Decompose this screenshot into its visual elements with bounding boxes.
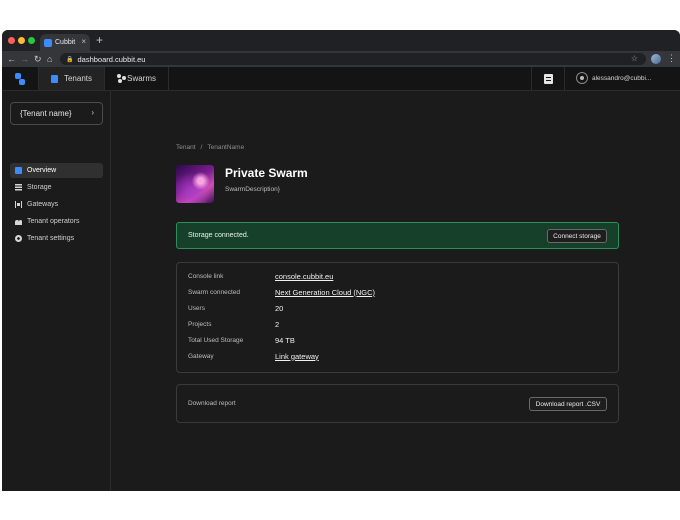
building-icon bbox=[51, 74, 58, 83]
gear-icon bbox=[15, 235, 22, 242]
console-link[interactable]: console.cubbit.eu bbox=[275, 272, 333, 281]
swarm-description: SwarmDescription} bbox=[225, 186, 280, 193]
download-report-card: Download report Download report .CSV bbox=[176, 384, 619, 423]
cubbit-logo[interactable] bbox=[2, 67, 39, 90]
sidebar-item-label: Gateways bbox=[27, 201, 59, 208]
lock-icon: 🔒 bbox=[66, 56, 74, 63]
info-row-users: Users 20 bbox=[188, 302, 283, 314]
sidebar-item-overview[interactable]: Overview bbox=[10, 163, 103, 178]
home-icon[interactable]: ⌂ bbox=[47, 53, 52, 65]
breadcrumb: Tenant / TenantName bbox=[176, 144, 244, 151]
breadcrumb-tenant[interactable]: Tenant bbox=[176, 144, 196, 151]
users-icon bbox=[15, 218, 22, 225]
window-zoom-icon[interactable] bbox=[28, 37, 35, 44]
tab-swarms[interactable]: Swarms bbox=[105, 67, 169, 90]
info-row-swarm-connected: Swarm connected Next Generation Cloud (N… bbox=[188, 286, 375, 298]
bookmark-star-icon[interactable]: ☆ bbox=[631, 54, 638, 63]
user-avatar-icon bbox=[576, 72, 588, 84]
breadcrumb-separator: / bbox=[200, 144, 203, 151]
address-bar[interactable]: 🔒 dashboard.cubbit.eu ☆ bbox=[60, 53, 646, 65]
tab-close-icon[interactable]: × bbox=[81, 37, 86, 47]
swarm-info-card: Console link console.cubbit.eu Swarm con… bbox=[176, 262, 619, 373]
forward-arrow-icon[interactable]: → bbox=[20, 53, 29, 65]
tenant-selector[interactable]: {Tenant name} › bbox=[10, 102, 103, 125]
sidebar-item-label: Tenant settings bbox=[27, 235, 75, 242]
page-title: Private Swarm bbox=[225, 166, 308, 180]
total-used-storage: 94 TB bbox=[275, 335, 295, 345]
sidebar-item-gateways[interactable]: Gateways bbox=[10, 197, 103, 212]
info-row-projects: Projects 2 bbox=[188, 318, 279, 330]
projects-count: 2 bbox=[275, 319, 280, 329]
sidebar-item-storage[interactable]: Storage bbox=[10, 180, 103, 195]
browser-tab[interactable]: Cubbit × bbox=[40, 34, 90, 51]
cubbit-favicon-icon bbox=[44, 38, 52, 47]
browser-profile-avatar[interactable] bbox=[651, 54, 661, 64]
reload-icon[interactable]: ↻ bbox=[34, 53, 42, 65]
info-row-console-link: Console link console.cubbit.eu bbox=[188, 270, 333, 282]
window-close-icon[interactable] bbox=[8, 37, 15, 44]
browser-menu-icon[interactable]: ⋮ bbox=[667, 53, 676, 64]
report-label: Download report bbox=[188, 400, 236, 407]
breadcrumb-tenant-name: TenantName bbox=[207, 144, 245, 151]
swarm-cover-image bbox=[176, 165, 214, 203]
info-label: Projects bbox=[188, 320, 212, 328]
info-label: Console link bbox=[188, 272, 224, 280]
info-label: Gateway bbox=[188, 352, 214, 360]
url-text: dashboard.cubbit.eu bbox=[77, 54, 146, 64]
alert-message: Storage connected. bbox=[188, 232, 249, 239]
new-tab-icon[interactable]: + bbox=[96, 33, 103, 47]
user-menu[interactable]: alessandro@cubbi... bbox=[576, 72, 651, 84]
swarm-icon bbox=[117, 74, 126, 83]
user-email: alessandro@cubbi... bbox=[592, 74, 652, 82]
info-label: Total Used Storage bbox=[188, 336, 244, 344]
sidebar-item-label: Storage bbox=[27, 184, 52, 191]
chevron-right-icon: › bbox=[91, 108, 94, 117]
info-row-total-used-storage: Total Used Storage 94 TB bbox=[188, 334, 295, 346]
tab-swarms-label: Swarms bbox=[127, 74, 156, 83]
browser-toolbar: ← → ↻ ⌂ 🔒 dashboard.cubbit.eu ☆ ⋮ bbox=[2, 51, 680, 67]
tenant-selector-label: {Tenant name} bbox=[20, 109, 72, 118]
cubbit-logo-icon bbox=[15, 72, 25, 85]
link-gateway-link[interactable]: Link gateway bbox=[275, 352, 319, 361]
storage-icon bbox=[15, 184, 22, 191]
sidebar-item-label: Overview bbox=[27, 167, 57, 174]
sidebar: {Tenant name} › Overview Storage Gateway… bbox=[2, 91, 111, 491]
connect-storage-button[interactable]: Connect storage bbox=[547, 229, 607, 243]
browser-tab-strip: Cubbit × + bbox=[2, 30, 680, 51]
window-minimize-icon[interactable] bbox=[18, 37, 25, 44]
download-report-csv-button[interactable]: Download report .CSV bbox=[529, 397, 607, 411]
sidebar-item-tenant-settings[interactable]: Tenant settings bbox=[10, 231, 103, 246]
tab-tenants[interactable]: Tenants bbox=[39, 67, 105, 90]
browser-tab-title: Cubbit bbox=[55, 39, 76, 46]
grid-icon bbox=[15, 167, 22, 174]
gateway-icon bbox=[15, 201, 22, 208]
document-icon bbox=[543, 73, 553, 84]
tab-tenants-label: Tenants bbox=[63, 74, 92, 83]
back-arrow-icon[interactable]: ← bbox=[7, 53, 16, 65]
documentation-button[interactable] bbox=[531, 67, 565, 90]
swarm-connected-link[interactable]: Next Generation Cloud (NGC) bbox=[275, 288, 375, 297]
app-header: Tenants Swarms alessandro@cubbi... bbox=[2, 67, 680, 91]
info-label: Swarm connected bbox=[188, 288, 241, 296]
users-count: 20 bbox=[275, 303, 284, 313]
sidebar-item-tenant-operators[interactable]: Tenant operators bbox=[10, 214, 103, 229]
info-label: Users bbox=[188, 304, 205, 312]
sidebar-item-label: Tenant operators bbox=[27, 218, 80, 225]
storage-status-alert: Storage connected. Connect storage bbox=[176, 222, 619, 249]
info-row-gateway: Gateway Link gateway bbox=[188, 350, 319, 362]
browser-window: Cubbit × + ← → ↻ ⌂ 🔒 dashboard.cubbit.eu… bbox=[2, 30, 680, 491]
